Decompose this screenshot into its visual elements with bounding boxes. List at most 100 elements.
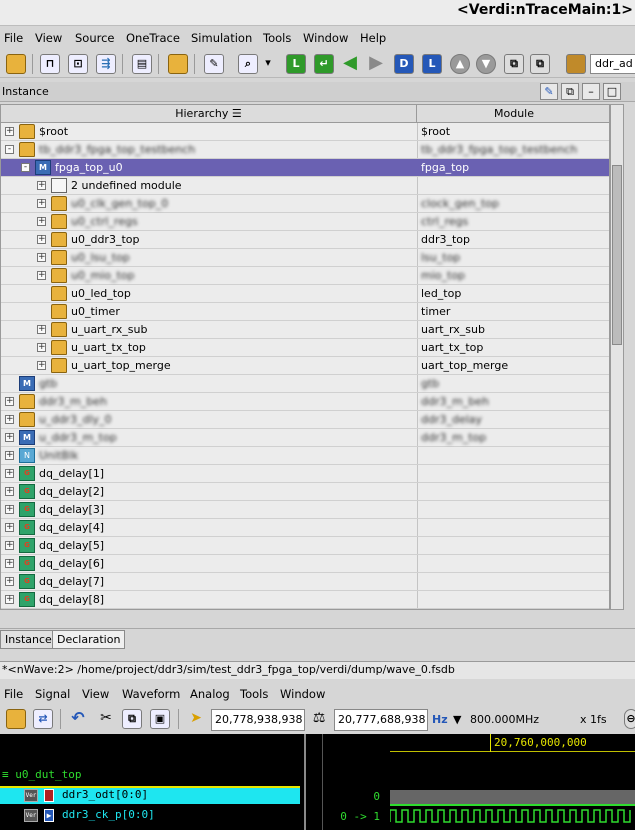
menu-window[interactable]: Window <box>303 31 348 45</box>
hierarchy-column-header[interactable]: Hierarchy ☰ <box>1 105 417 123</box>
open-folder-icon[interactable] <box>6 54 26 74</box>
wave-window-icon[interactable]: ▤ <box>132 54 152 74</box>
menu-file[interactable]: File <box>4 31 23 45</box>
tree-row[interactable]: + $root $root <box>1 123 609 141</box>
module-column-header[interactable]: Module <box>417 105 609 123</box>
wave-canvas[interactable]: 20,760,000,000 <box>390 734 635 830</box>
trace-icon[interactable]: ↵ <box>314 54 334 74</box>
tree-row[interactable]: + Gdq_delay[4] <box>1 519 609 537</box>
nwave-menu-signal[interactable]: Signal <box>35 687 70 701</box>
expand-icon[interactable]: + <box>5 595 14 604</box>
tree-row[interactable]: + Gdq_delay[8] <box>1 591 609 609</box>
expand-icon[interactable]: + <box>37 199 46 208</box>
tab-instance[interactable]: Instance <box>0 630 57 649</box>
edit-icon[interactable]: ✎ <box>204 54 224 74</box>
expand-icon[interactable]: + <box>5 127 14 136</box>
expand-icon[interactable]: + <box>37 253 46 262</box>
signal-row-ddr3-odt[interactable]: Ver ddr3_odt[0:0] <box>0 788 300 804</box>
find-icon[interactable]: ⌕ <box>238 54 258 74</box>
tree-row[interactable]: + Mu_ddr3_m_top ddr3_m_top <box>1 429 609 447</box>
nwave-open-icon[interactable] <box>6 709 26 729</box>
tree-row[interactable]: + u_uart_top_merge uart_top_merge <box>1 357 609 375</box>
expand-icon[interactable]: + <box>5 487 14 496</box>
cut-icon[interactable]: ✂ <box>96 709 116 729</box>
down-icon[interactable]: ▼ <box>476 54 496 74</box>
menu-source[interactable]: Source <box>75 31 115 45</box>
cursor-icon[interactable]: ➤ <box>186 709 206 729</box>
tree-row[interactable]: - tb_ddr3_fpga_top_testbench tb_ddr3_fpga_… <box>1 141 609 159</box>
tree-row[interactable]: - Mfpga_top_u0 fpga_top <box>1 159 609 177</box>
tree-row[interactable]: + u0_ctrl_regs ctrl_regs <box>1 213 609 231</box>
tree-row[interactable]: Mgtb gtb <box>1 375 609 393</box>
expand-icon[interactable]: + <box>37 217 46 226</box>
tree-row[interactable]: u0_timer timer <box>1 303 609 321</box>
menu-help[interactable]: Help <box>360 31 386 45</box>
tree-row[interactable]: + u0_ddr3_top ddr3_top <box>1 231 609 249</box>
up-icon[interactable]: ▲ <box>450 54 470 74</box>
cursor-time-field[interactable]: 20,778,938,938 <box>211 709 305 731</box>
tree-row[interactable]: + Gdq_delay[7] <box>1 573 609 591</box>
tree-row[interactable]: + u0_mio_top mio_top <box>1 267 609 285</box>
expand-icon[interactable]: + <box>5 469 14 478</box>
paste-icon[interactable]: ▣ <box>150 709 170 729</box>
expand-icon[interactable]: + <box>37 181 46 190</box>
menu-tools[interactable]: Tools <box>263 31 291 45</box>
bookmark-icon[interactable] <box>566 54 586 74</box>
flow-view-icon[interactable]: ⊡ <box>68 54 88 74</box>
signal-row-ddr3-ck-p[interactable]: Ver ▶ ddr3_ck_p[0:0] <box>0 808 300 824</box>
marker-time-field[interactable]: 20,777,688,938 <box>334 709 428 731</box>
driver-icon[interactable]: D <box>394 54 414 74</box>
source-folder-icon[interactable] <box>168 54 188 74</box>
expand-icon[interactable]: + <box>37 361 46 370</box>
tree-row[interactable]: + u_uart_rx_sub uart_rx_sub <box>1 321 609 339</box>
find-dropdown-icon[interactable]: ▾ <box>262 54 274 74</box>
expand-icon[interactable]: + <box>5 415 14 424</box>
collapse-icon[interactable]: - <box>21 163 30 172</box>
load-trace-icon[interactable]: L <box>286 54 306 74</box>
tab-declaration[interactable]: Declaration <box>52 630 126 649</box>
expand-icon[interactable]: + <box>5 451 14 460</box>
nwave-menu-waveform[interactable]: Waveform <box>122 687 180 701</box>
nwave-menu-tools[interactable]: Tools <box>240 687 268 701</box>
tree-row[interactable]: +2 undefined module <box>1 177 609 195</box>
expand-icon[interactable]: + <box>37 271 46 280</box>
tree-row[interactable]: + ddr3_m_beh ddr3_m_beh <box>1 393 609 411</box>
minimize-icon[interactable]: – <box>582 83 600 100</box>
menu-onetrace[interactable]: OneTrace <box>126 31 180 45</box>
expand-icon[interactable]: + <box>5 433 14 442</box>
collapse-icon[interactable]: - <box>5 145 14 154</box>
undo-icon[interactable]: ↶ <box>68 709 88 729</box>
expand-icon[interactable]: + <box>5 559 14 568</box>
tree-row[interactable]: + u0_clk_gen_top_0 clock_gen_top <box>1 195 609 213</box>
tree-row[interactable]: + Gdq_delay[6] <box>1 555 609 573</box>
hierarchy-icon[interactable]: ⇶ <box>96 54 116 74</box>
schematic-icon[interactable]: ⊓ <box>40 54 60 74</box>
tree-row[interactable]: + u0_lsu_top lsu_top <box>1 249 609 267</box>
nwave-menu-file[interactable]: File <box>4 687 23 701</box>
tree-row[interactable]: + Gdq_delay[1] <box>1 465 609 483</box>
reload-icon[interactable]: ⇄ <box>33 709 53 729</box>
expand-icon[interactable]: + <box>5 577 14 586</box>
maximize-icon[interactable]: □ <box>603 83 621 100</box>
load-icon[interactable]: L <box>422 54 442 74</box>
expand-icon[interactable]: + <box>5 505 14 514</box>
expand-icon[interactable]: + <box>5 523 14 532</box>
expand-icon[interactable]: + <box>37 343 46 352</box>
module-combo[interactable]: ddr_ad <box>590 54 635 74</box>
copy-signal-icon[interactable]: ⧉ <box>504 54 524 74</box>
back-arrow-icon[interactable]: ◀ <box>340 54 360 74</box>
zoom-icon[interactable]: ⊖ <box>624 709 635 729</box>
tree-row[interactable]: + N UnitBlk <box>1 447 609 465</box>
nwave-menu-window[interactable]: Window <box>280 687 325 701</box>
tree-row[interactable]: + Gdq_delay[3] <box>1 501 609 519</box>
paste-signal-icon[interactable]: ⧉ <box>530 54 550 74</box>
marker-icon[interactable]: ⚖ <box>309 709 329 729</box>
freq-dropdown-icon[interactable]: ▼ <box>453 713 461 726</box>
signal-group[interactable]: ≡ u0_dut_top <box>0 768 300 784</box>
tree-row[interactable]: + Gdq_delay[5] <box>1 537 609 555</box>
scrollbar-thumb[interactable] <box>612 165 622 345</box>
pin-icon[interactable]: ✎ <box>540 83 558 100</box>
nwave-menu-view[interactable]: View <box>82 687 109 701</box>
copy-icon[interactable]: ⧉ <box>122 709 142 729</box>
tree-row[interactable]: + Gdq_delay[2] <box>1 483 609 501</box>
